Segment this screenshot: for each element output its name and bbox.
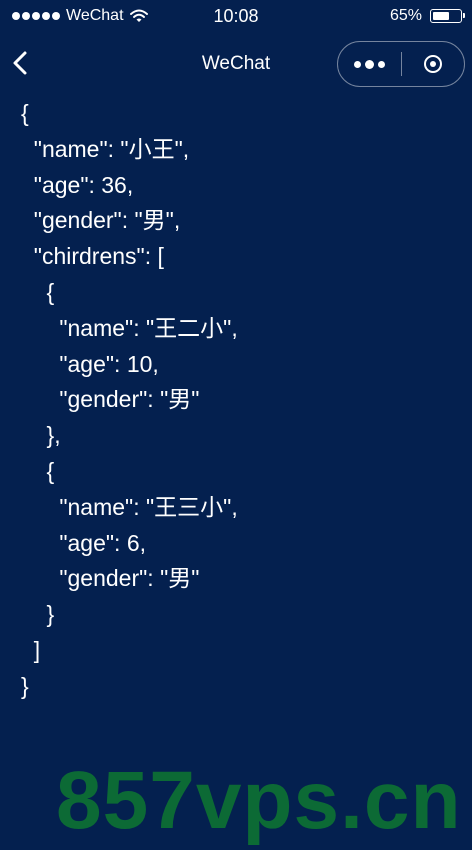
more-dots-icon-right bbox=[378, 60, 385, 68]
more-dots-icon bbox=[354, 60, 361, 68]
json-line: } bbox=[21, 601, 55, 628]
battery-percent: 65% bbox=[389, 7, 422, 24]
json-line: "age": 10, bbox=[21, 350, 159, 377]
json-line: "gender": "男", bbox=[21, 207, 181, 234]
watermark-text: 857vps.cn bbox=[56, 755, 462, 846]
more-dots-icon-center bbox=[365, 59, 374, 69]
status-bar: WeChat 10:08 65% bbox=[0, 0, 472, 34]
json-line: { bbox=[21, 100, 29, 126]
capsule-menu bbox=[337, 41, 465, 87]
json-line: "name": "王三小", bbox=[21, 493, 238, 520]
json-line: { bbox=[21, 457, 55, 484]
json-line: }, bbox=[21, 422, 61, 449]
battery-fill bbox=[432, 11, 450, 20]
json-line: "chirdrens": [ bbox=[21, 243, 164, 270]
close-miniprogram-button[interactable] bbox=[402, 42, 464, 86]
battery-icon bbox=[430, 9, 465, 23]
status-right: 65% bbox=[389, 7, 465, 25]
more-button[interactable] bbox=[338, 42, 401, 86]
json-line: "gender": "男" bbox=[21, 386, 200, 413]
json-line: ] bbox=[21, 636, 41, 663]
json-line: "age": 6, bbox=[21, 529, 147, 556]
nav-bar: WeChat bbox=[0, 34, 472, 92]
target-circle-icon bbox=[423, 55, 442, 73]
json-line: "name": "王二小", bbox=[21, 314, 238, 341]
json-text-block: { "name": "小王", "age": 36, "gender": "男"… bbox=[21, 96, 461, 705]
json-line: } bbox=[21, 672, 29, 699]
json-line: { bbox=[21, 278, 55, 305]
json-line: "name": "小王", bbox=[21, 135, 190, 162]
json-line: "age": 36, bbox=[21, 171, 134, 198]
json-line: "gender": "男" bbox=[21, 565, 200, 592]
